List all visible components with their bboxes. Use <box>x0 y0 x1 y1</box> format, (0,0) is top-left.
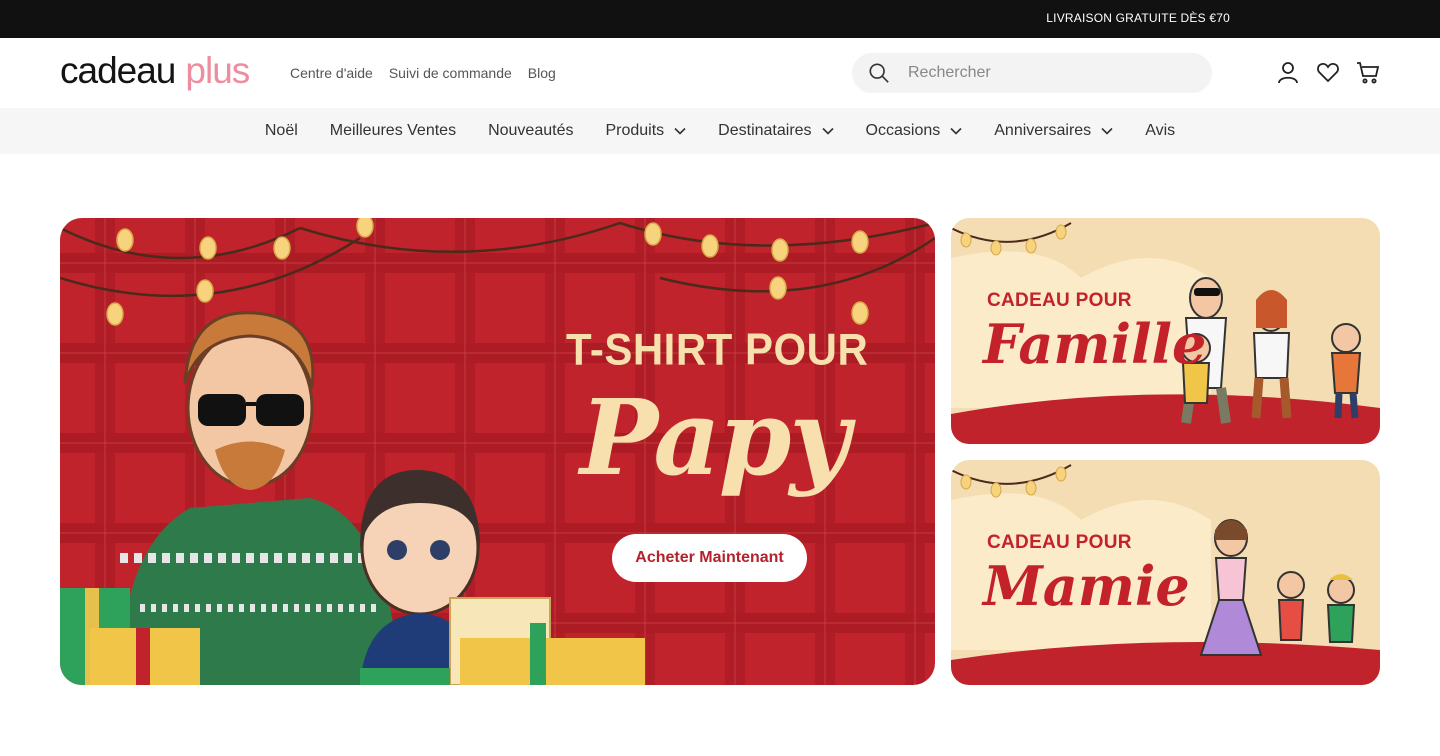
nav-item-new[interactable]: Nouveautés <box>472 108 589 154</box>
blog-link[interactable]: Blog <box>528 65 556 81</box>
side-banner-family-line1: CADEAU POUR <box>987 290 1132 311</box>
account-icon[interactable] <box>1276 60 1300 84</box>
search-box <box>852 53 1212 93</box>
chevron-down-icon <box>821 127 834 135</box>
header-icons <box>1276 60 1380 84</box>
nav-item-best-sellers[interactable]: Meilleures Ventes <box>314 108 472 154</box>
nav-label: Nouveautés <box>488 122 574 139</box>
hero-title-line1: T-SHIRT POUR <box>566 324 869 375</box>
chevron-down-icon <box>674 127 686 135</box>
hero-banner[interactable]: T-SHIRT POUR Papy Acheter Maintenant <box>60 218 935 685</box>
nav-label: Anniversaires <box>994 122 1092 139</box>
chevron-down-icon <box>950 127 962 135</box>
nav-label: Noël <box>264 122 298 139</box>
nav-label: Meilleures Ventes <box>329 122 457 139</box>
heart-icon[interactable] <box>1316 60 1340 84</box>
nav-item-reviews[interactable]: Avis <box>1129 108 1191 154</box>
nav-item-noel[interactable]: Noël <box>249 108 314 154</box>
shop-now-button[interactable]: Acheter Maintenant <box>612 534 807 582</box>
hero-title-line2: Papy <box>580 376 850 499</box>
nav-label: Occasions <box>865 122 941 139</box>
cart-icon[interactable] <box>1356 60 1380 84</box>
main-nav: Noël Meilleures Ventes Nouveautés Produi… <box>0 108 1440 154</box>
logo-part-1: cadeau <box>60 50 176 91</box>
side-banner-grandma-line2: Mamie <box>983 554 1190 618</box>
side-banner-family-line2: Famille <box>983 312 1207 376</box>
site-header: cadeau plus Centre d'aide Suivi de comma… <box>0 38 1440 108</box>
nav-label: Destinataires <box>718 122 812 139</box>
nav-label: Produits <box>605 122 665 139</box>
nav-label: Avis <box>1145 122 1176 139</box>
search-icon[interactable] <box>868 62 890 84</box>
search-input[interactable] <box>908 53 1198 93</box>
logo[interactable]: cadeau plus <box>60 50 250 92</box>
top-links: Centre d'aide Suivi de commande Blog <box>290 65 556 81</box>
side-banner-family[interactable]: CADEAU POUR Famille <box>951 218 1380 444</box>
side-banner-grandma-line1: CADEAU POUR <box>987 532 1132 553</box>
nav-item-birthdays[interactable]: Anniversaires <box>978 108 1129 154</box>
announcement-bar: LIVRAISON GRATUITE DÈS €70 <box>0 0 1440 38</box>
logo-part-2: plus <box>185 50 250 91</box>
nav-item-products[interactable]: Produits <box>589 108 702 154</box>
order-tracking-link[interactable]: Suivi de commande <box>389 65 512 81</box>
help-center-link[interactable]: Centre d'aide <box>290 65 373 81</box>
side-banner-grandma[interactable]: CADEAU POUR Mamie <box>951 460 1380 685</box>
nav-item-recipients[interactable]: Destinataires <box>702 108 849 154</box>
chevron-down-icon <box>1101 127 1113 135</box>
announcement-text: LIVRAISON GRATUITE DÈS €70 <box>1046 11 1230 25</box>
nav-item-occasions[interactable]: Occasions <box>850 108 979 154</box>
